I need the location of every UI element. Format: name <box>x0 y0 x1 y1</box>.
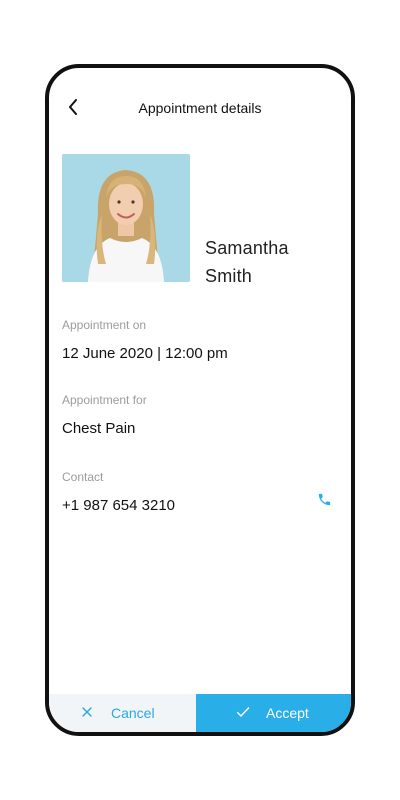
cancel-label: Cancel <box>111 705 155 721</box>
appointment-date-field: Appointment on 12 June 2020 | 12:00 pm <box>62 318 332 362</box>
appointment-reason-field: Appointment for Chest Pain <box>62 393 332 437</box>
accept-button[interactable]: Accept <box>196 694 351 732</box>
patient-last-name: Smith <box>205 266 253 286</box>
appointment-reason-label: Appointment for <box>62 393 147 407</box>
patient-name: Samantha Smith <box>205 234 289 290</box>
appointment-reason-value: Chest Pain <box>62 420 136 437</box>
close-icon <box>81 706 95 720</box>
contact-value: +1 987 654 3210 <box>62 497 176 514</box>
cancel-button[interactable]: Cancel <box>49 694 196 732</box>
app-header: Appointment details <box>49 94 351 124</box>
page-title: Appointment details <box>138 100 262 116</box>
phone-icon <box>318 493 330 505</box>
call-button[interactable] <box>313 488 335 510</box>
contact-label: Contact <box>62 470 104 484</box>
accept-label: Accept <box>266 705 309 721</box>
action-bar: Cancel Accept <box>49 694 351 732</box>
appointment-date-value: 12 June 2020 | 12:00 pm <box>62 345 228 362</box>
person-avatar-image <box>62 154 190 282</box>
contact-field: Contact +1 987 654 3210 <box>62 470 332 514</box>
phone-frame: Appointment details Samantha Smith Appoi… <box>45 64 355 736</box>
check-icon <box>236 706 250 720</box>
profile-photo <box>62 154 190 282</box>
appointment-date-label: Appointment on <box>62 318 147 332</box>
patient-first-name: Samantha <box>205 238 289 258</box>
